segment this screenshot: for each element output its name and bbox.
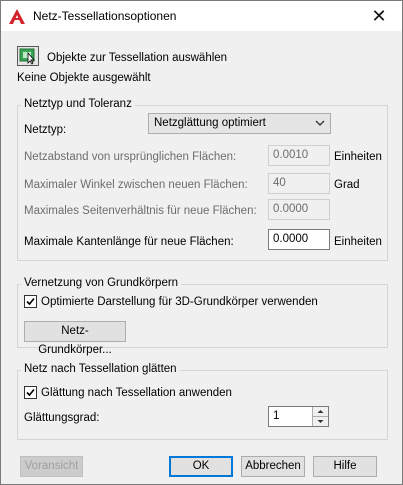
smoothing-checkbox[interactable]	[24, 386, 37, 399]
smoothing-degree-value: 1	[273, 410, 280, 422]
primitives-group-title: Vernetzung von Grundkörpern	[21, 277, 182, 289]
autocad-logo-icon	[9, 9, 25, 24]
smoothing-degree-spinner[interactable]: 1	[268, 406, 329, 427]
edge-length-label: Maximale Kantenlänge für neue Flächen:	[24, 236, 234, 248]
selection-status: Keine Objekte ausgewählt	[17, 72, 151, 84]
edge-length-unit: Einheiten	[334, 236, 382, 248]
select-objects-icon	[19, 48, 35, 65]
spinner-buttons	[312, 407, 328, 426]
chevron-down-icon	[315, 120, 325, 126]
smoothing-checkbox-label: Glättung nach Tessellation anwenden	[41, 387, 232, 399]
title-bar: Netz-Tessellationsoptionen ✕	[1, 1, 402, 31]
primitives-checkbox[interactable]	[24, 295, 37, 308]
distance-unit: Einheiten	[334, 151, 382, 163]
chevron-down-icon	[317, 420, 324, 423]
dialog-window: Netz-Tessellationsoptionen ✕ Objekte zur…	[0, 0, 403, 485]
distance-field[interactable]: 0.0010	[268, 145, 330, 166]
chevron-up-icon	[317, 410, 324, 413]
angle-unit: Grad	[334, 179, 360, 191]
distance-label: Netzabstand von ursprünglichen Flächen:	[24, 151, 237, 163]
close-icon: ✕	[371, 6, 387, 26]
aspect-ratio-label: Maximales Seitenverhältnis für neue Fläc…	[24, 205, 257, 217]
mesh-primitives-button[interactable]: Netz-Grundkörper...	[24, 321, 126, 356]
help-button[interactable]: Hilfe	[313, 456, 377, 477]
check-icon	[26, 297, 35, 306]
smoothing-group-title: Netz nach Tessellation glätten	[21, 363, 180, 375]
angle-field[interactable]: 40	[268, 173, 330, 194]
cancel-button[interactable]: Abbrechen	[241, 456, 305, 477]
spinner-up-button[interactable]	[313, 407, 328, 417]
aspect-ratio-field[interactable]: 0.0000	[268, 199, 330, 220]
smoothing-group	[17, 370, 388, 440]
close-button[interactable]: ✕	[356, 1, 402, 31]
select-objects-label: Objekte zur Tessellation auswählen	[47, 52, 228, 64]
mesh-type-value: Netzglättung optimiert	[154, 117, 266, 129]
primitives-checkbox-label: Optimierte Darstellung für 3D-Grundkörpe…	[41, 296, 318, 308]
preview-button[interactable]: Voransicht	[20, 456, 83, 477]
window-title: Netz-Tessellationsoptionen	[33, 9, 177, 23]
edge-length-field[interactable]: 0.0000	[268, 229, 330, 250]
mesh-type-group-title: Netztyp und Toleranz	[21, 98, 135, 110]
spinner-down-button[interactable]	[313, 417, 328, 426]
angle-label: Maximaler Winkel zwischen neuen Flächen:	[24, 179, 248, 191]
mesh-type-label: Netztyp:	[24, 124, 67, 136]
select-objects-button[interactable]	[17, 46, 39, 66]
smoothing-degree-label: Glättungsgrad:	[24, 412, 100, 424]
check-icon	[26, 388, 35, 397]
ok-button[interactable]: OK	[169, 456, 233, 477]
mesh-type-select[interactable]: Netzglättung optimiert	[148, 113, 331, 134]
